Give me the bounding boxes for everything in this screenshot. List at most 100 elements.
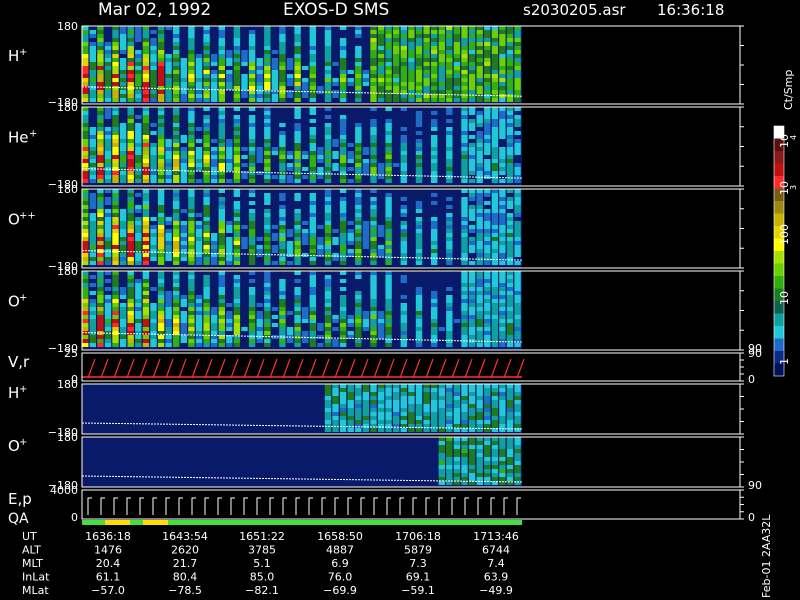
spectrogram-cell bbox=[165, 323, 172, 327]
spectrogram-cell bbox=[468, 287, 476, 291]
spectrogram-cell bbox=[233, 327, 241, 331]
spectrogram-cell bbox=[499, 339, 506, 343]
spectrogram-cell bbox=[461, 392, 468, 396]
spectrogram-cell bbox=[241, 94, 248, 98]
spectrogram-cell bbox=[461, 249, 468, 253]
spectrogram-cell bbox=[431, 193, 438, 197]
spectrogram-cell bbox=[135, 155, 142, 159]
spectrogram-cell bbox=[491, 465, 499, 469]
spectrogram-cell bbox=[233, 139, 241, 143]
spectrogram-cell bbox=[256, 311, 263, 315]
spectrogram-cell bbox=[248, 167, 256, 171]
spectrogram-cell bbox=[506, 205, 514, 209]
spectrogram-cell bbox=[461, 46, 468, 50]
spectrogram-cell bbox=[188, 271, 195, 275]
spectrogram-cell bbox=[446, 167, 453, 171]
spectrogram-cell bbox=[135, 90, 142, 94]
spectrogram-cell bbox=[127, 62, 134, 66]
spectrogram-cell bbox=[347, 167, 354, 171]
spectrogram-cell bbox=[355, 257, 362, 261]
spectrogram-cell bbox=[233, 46, 241, 50]
spectrogram-cell bbox=[218, 38, 225, 42]
spectrogram-cell bbox=[491, 221, 499, 225]
spectrogram-cell bbox=[499, 74, 506, 78]
spectrogram-cell bbox=[491, 420, 499, 424]
spectrogram-cell bbox=[89, 131, 96, 135]
spectrogram-cell bbox=[142, 159, 150, 163]
spectrogram-cell bbox=[400, 253, 407, 257]
spectrogram-cell bbox=[112, 94, 119, 98]
spectrogram-cell bbox=[286, 179, 294, 183]
spectrogram-cell bbox=[142, 62, 150, 66]
spectrogram-cell bbox=[408, 50, 415, 54]
spectrogram-cell bbox=[195, 303, 203, 307]
spectrogram-cell bbox=[195, 179, 203, 183]
spectrogram-cell bbox=[514, 26, 521, 30]
spectrogram-cell bbox=[165, 74, 172, 78]
spectrogram-cell bbox=[279, 74, 286, 78]
spectrogram-cell bbox=[324, 245, 332, 249]
spectrogram-cell bbox=[370, 241, 377, 245]
spectrogram-cell bbox=[195, 139, 203, 143]
spectrogram-cell bbox=[119, 159, 127, 163]
spectrogram-cell bbox=[476, 225, 483, 229]
spectrogram-cell bbox=[119, 139, 127, 143]
spectrogram-cell bbox=[104, 233, 112, 237]
spectrogram-cell bbox=[89, 151, 96, 155]
spectrogram-cell bbox=[377, 167, 385, 171]
spectrogram-cell bbox=[218, 78, 225, 82]
spectrogram-cell bbox=[385, 388, 392, 392]
spectrogram-cell bbox=[355, 189, 362, 193]
spectrogram-cell bbox=[142, 139, 150, 143]
spectrogram-cell bbox=[400, 171, 407, 175]
spectrogram-cell bbox=[385, 295, 392, 299]
spectrogram-cell bbox=[461, 82, 468, 86]
spectrogram-cell bbox=[157, 315, 165, 319]
spectrogram-cell bbox=[339, 319, 347, 323]
spectrogram-cell bbox=[491, 147, 499, 151]
spectrogram-cell bbox=[415, 26, 423, 30]
spectrogram-cell bbox=[499, 115, 506, 119]
spectrogram-cell bbox=[241, 50, 248, 54]
spectrogram-cell bbox=[453, 469, 461, 473]
spectrogram-cell bbox=[294, 107, 301, 111]
spectrogram-cell bbox=[385, 213, 392, 217]
spectrogram-cell bbox=[112, 46, 119, 50]
spectrogram-cell bbox=[317, 155, 324, 159]
spectrogram-cell bbox=[135, 175, 142, 179]
spectrogram-cell bbox=[241, 327, 248, 331]
spectrogram-cell bbox=[499, 453, 506, 457]
spectrogram-cell bbox=[112, 327, 119, 331]
spectrogram-cell bbox=[453, 461, 461, 465]
spectrogram-cell bbox=[339, 311, 347, 315]
spectrogram-cell bbox=[453, 82, 461, 86]
spectrogram-cell bbox=[476, 457, 483, 461]
spectrogram-cell bbox=[135, 225, 142, 229]
spectrogram-cell bbox=[317, 159, 324, 163]
spectrogram-cell bbox=[461, 119, 468, 123]
spectrogram-cell bbox=[506, 189, 514, 193]
spectrogram-cell bbox=[142, 283, 150, 287]
spectrogram-cell bbox=[203, 233, 210, 237]
spectrogram-cell bbox=[324, 123, 332, 127]
spectrogram-cell bbox=[82, 319, 89, 323]
spectrogram-cell bbox=[195, 261, 203, 265]
spectrogram-cell bbox=[468, 283, 476, 287]
spectrogram-cell bbox=[294, 135, 301, 139]
spectrogram-cell bbox=[97, 339, 104, 343]
spectrogram-cell bbox=[89, 311, 96, 315]
spectrogram-cell bbox=[506, 26, 514, 30]
spectrogram-cell bbox=[370, 396, 377, 400]
velocity-mark bbox=[451, 358, 460, 379]
spectrogram-cell bbox=[347, 319, 354, 323]
spectrogram-cell bbox=[514, 271, 521, 275]
spectrogram-cell bbox=[119, 147, 127, 151]
spectrogram-cell bbox=[355, 179, 362, 183]
spectrogram-cell bbox=[393, 98, 400, 102]
spectrogram-cell bbox=[309, 287, 316, 291]
spectrogram-cell bbox=[188, 279, 195, 283]
spectrogram-cell bbox=[104, 131, 112, 135]
spectrogram-cell bbox=[104, 54, 112, 58]
spectrogram-cell bbox=[385, 151, 392, 155]
spectrogram-cell bbox=[499, 123, 506, 127]
